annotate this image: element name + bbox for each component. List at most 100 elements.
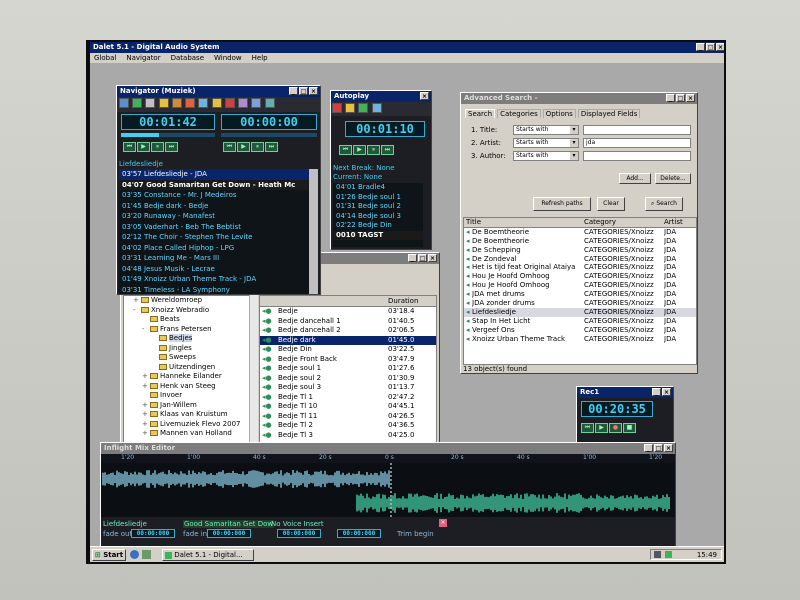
autoplay-close-button[interactable]: × [420,92,429,100]
rec-close-button[interactable]: × [662,388,671,396]
playlist-item[interactable]: 03'31 Timeless - LA Symphony [119,285,309,295]
grid-icon[interactable] [264,98,275,108]
result-row[interactable]: ◂ Liefdesliedje CATEGORIES/Xnoizz JDA [464,307,696,317]
db-icon[interactable] [185,98,196,108]
navigator-close-button[interactable]: × [309,87,318,95]
search-maximize-button[interactable]: □ [676,94,685,102]
minimize-button[interactable]: _ [696,43,705,51]
playlist-item[interactable]: 03'20 Runaway - Manafest [119,211,309,222]
tab-search[interactable]: Search [465,109,496,118]
search-value-input[interactable] [583,151,691,161]
expand-icon[interactable]: + [142,382,150,392]
playlist-item[interactable]: 04'07 Good Samaritan Get Down - Heath Mc [119,179,309,190]
player2-cue-button[interactable]: ⏮ [223,142,236,152]
tree-node[interactable]: Sweeps [124,353,256,363]
tree-node[interactable]: + Mannen van Holland [124,429,256,439]
player1-progress[interactable] [121,133,215,137]
tree-node[interactable]: Beats [124,315,256,325]
delete-button[interactable]: Delete... [655,173,691,184]
file-row[interactable]: ◂● Bedje 03'18.4 [260,307,436,317]
player2-play-button[interactable]: ▶ [237,142,250,152]
expand-icon[interactable]: + [142,372,150,382]
expand-icon[interactable]: + [142,429,150,439]
quicklaunch-ie-icon[interactable] [130,550,139,559]
playlist-item[interactable]: 04'48 Jesus Musik - Lecrae [119,264,309,275]
tree-node[interactable]: Jingles [124,344,256,354]
result-row[interactable]: ◂ Hou Je Hoofd Omhoog CATEGORIES/Xnoizz JDA [464,281,696,290]
navigator-scrollbar[interactable] [309,169,318,294]
add-button[interactable]: Add... [619,173,651,184]
tree-node[interactable]: Bedjes [124,334,256,344]
expand-icon[interactable]: - [142,325,150,335]
refresh-paths-button[interactable]: Refresh paths [533,197,591,211]
maximize-button[interactable]: □ [706,43,715,51]
tree-node[interactable]: - Frans Petersen [124,325,256,335]
search-button[interactable]: ⌕ Search [645,197,683,211]
playlist-item[interactable]: 03'35 Constance - Mr. J Medeiros [119,190,309,201]
fade-out-time[interactable]: 00:00:000 [131,529,175,538]
file-row[interactable]: ◂● Bedje Tl 3 04'25.0 [260,431,436,441]
file-row[interactable]: ◂● Bedje Tl 2 04'36.5 [260,421,436,431]
player1-play-button[interactable]: ▶ [137,142,150,152]
player1-pause-button[interactable]: ⏸ [151,142,164,152]
playlist-item[interactable]: 03'57 Liefdesliedje - JDA [119,169,309,180]
file-row[interactable]: ◂● Bedje dancehall 2 02'06.5 [260,326,436,336]
file-row[interactable]: ◂● Bedje soul 1 01'27.6 [260,364,436,374]
tab-options[interactable]: Options [542,109,576,118]
edit-icon[interactable] [158,98,169,108]
file-row[interactable]: ◂● Bedje dark 01'45.0 [260,335,436,345]
tab-displayed-fields[interactable]: Displayed Fields [577,109,641,118]
file-row[interactable]: ◂● Bedje Din 03'22.5 [260,345,436,355]
autoplay-cue-button[interactable]: ⏮ [339,145,352,155]
menu-global[interactable]: Global [94,53,116,63]
tree-node[interactable]: + Klaas van Kruistum [124,410,256,420]
quicklaunch-desktop-icon[interactable] [142,550,151,559]
tree-node[interactable]: Uitzendingen [124,363,256,373]
playlist-item[interactable]: 01'45 Bedje dark - Bedje [119,201,309,212]
col-category[interactable]: Category [584,218,616,227]
result-row[interactable]: ◂ Xnoizz Urban Theme Track CATEGORIES/Xnoi… [464,335,696,344]
tray-volume-icon[interactable] [665,551,672,558]
green-tool-icon[interactable] [132,98,143,108]
tray-network-icon[interactable] [654,551,661,558]
menu-navigator[interactable]: Navigator [126,53,160,63]
file-row[interactable]: ◂● Bedje Tl 1 02'47.2 [260,393,436,403]
autoplay-pause-button[interactable]: ⏸ [367,145,380,155]
abc-icon[interactable] [251,98,262,108]
search-minimize-button[interactable]: _ [666,94,675,102]
file-row[interactable]: ◂● Bedje soul 2 01'30.9 [260,374,436,384]
search-mode-select[interactable]: Starts with [513,125,579,135]
expand-icon[interactable]: + [142,401,150,411]
tree-scrollbar[interactable] [249,295,258,447]
rec-play-button[interactable]: ▶ [595,423,608,433]
mix-editor-close-button[interactable]: × [664,444,673,452]
result-row[interactable]: ◂ De Schepping CATEGORIES/Xnoizz JDA [464,246,696,255]
rec-record-button[interactable]: ● [609,423,622,433]
menu-database[interactable]: Database [171,53,204,63]
refresh-icon[interactable] [224,98,235,108]
tree-node[interactable]: + Wereldomroep [124,296,256,306]
rec-stop-button[interactable]: ■ [623,423,636,433]
browser-maximize-button[interactable]: □ [418,254,427,262]
fade-in-time[interactable]: 00:00:000 [207,529,251,538]
hand-icon[interactable] [171,98,182,108]
player1-next-button[interactable]: ⏭ [165,142,178,152]
menu-help[interactable]: Help [252,53,268,63]
playlist-item[interactable]: 01'49 Xnoizz Urban Theme Track - JDA [119,274,309,285]
browser-minimize-button[interactable]: _ [408,254,417,262]
mix-editor-maximize-button[interactable]: □ [654,444,663,452]
autoplay-item[interactable]: 02'22 Bedje Din [333,221,423,231]
search-mode-select[interactable]: Starts with [513,138,579,148]
expand-icon[interactable]: + [142,420,150,430]
autoplay-item[interactable]: 0010 TAGST [333,230,423,240]
expand-icon[interactable]: + [133,296,141,306]
voice-time[interactable]: 00:00:000 [277,529,321,538]
autoplay-item[interactable]: 04'14 Bedje soul 3 [333,212,423,222]
col-title[interactable]: Title [466,218,481,227]
tree-node[interactable]: - Xnoizz Webradio [124,306,256,316]
col-artist[interactable]: Artist [664,218,683,227]
ear-icon[interactable] [119,98,129,108]
expand-icon[interactable]: - [133,306,141,316]
result-row[interactable]: ◂ De Boemtheorie CATEGORIES/Xnoizz JDA [464,228,696,237]
playlist-item[interactable]: 03'31 Learning Me - Mars III [119,253,309,264]
